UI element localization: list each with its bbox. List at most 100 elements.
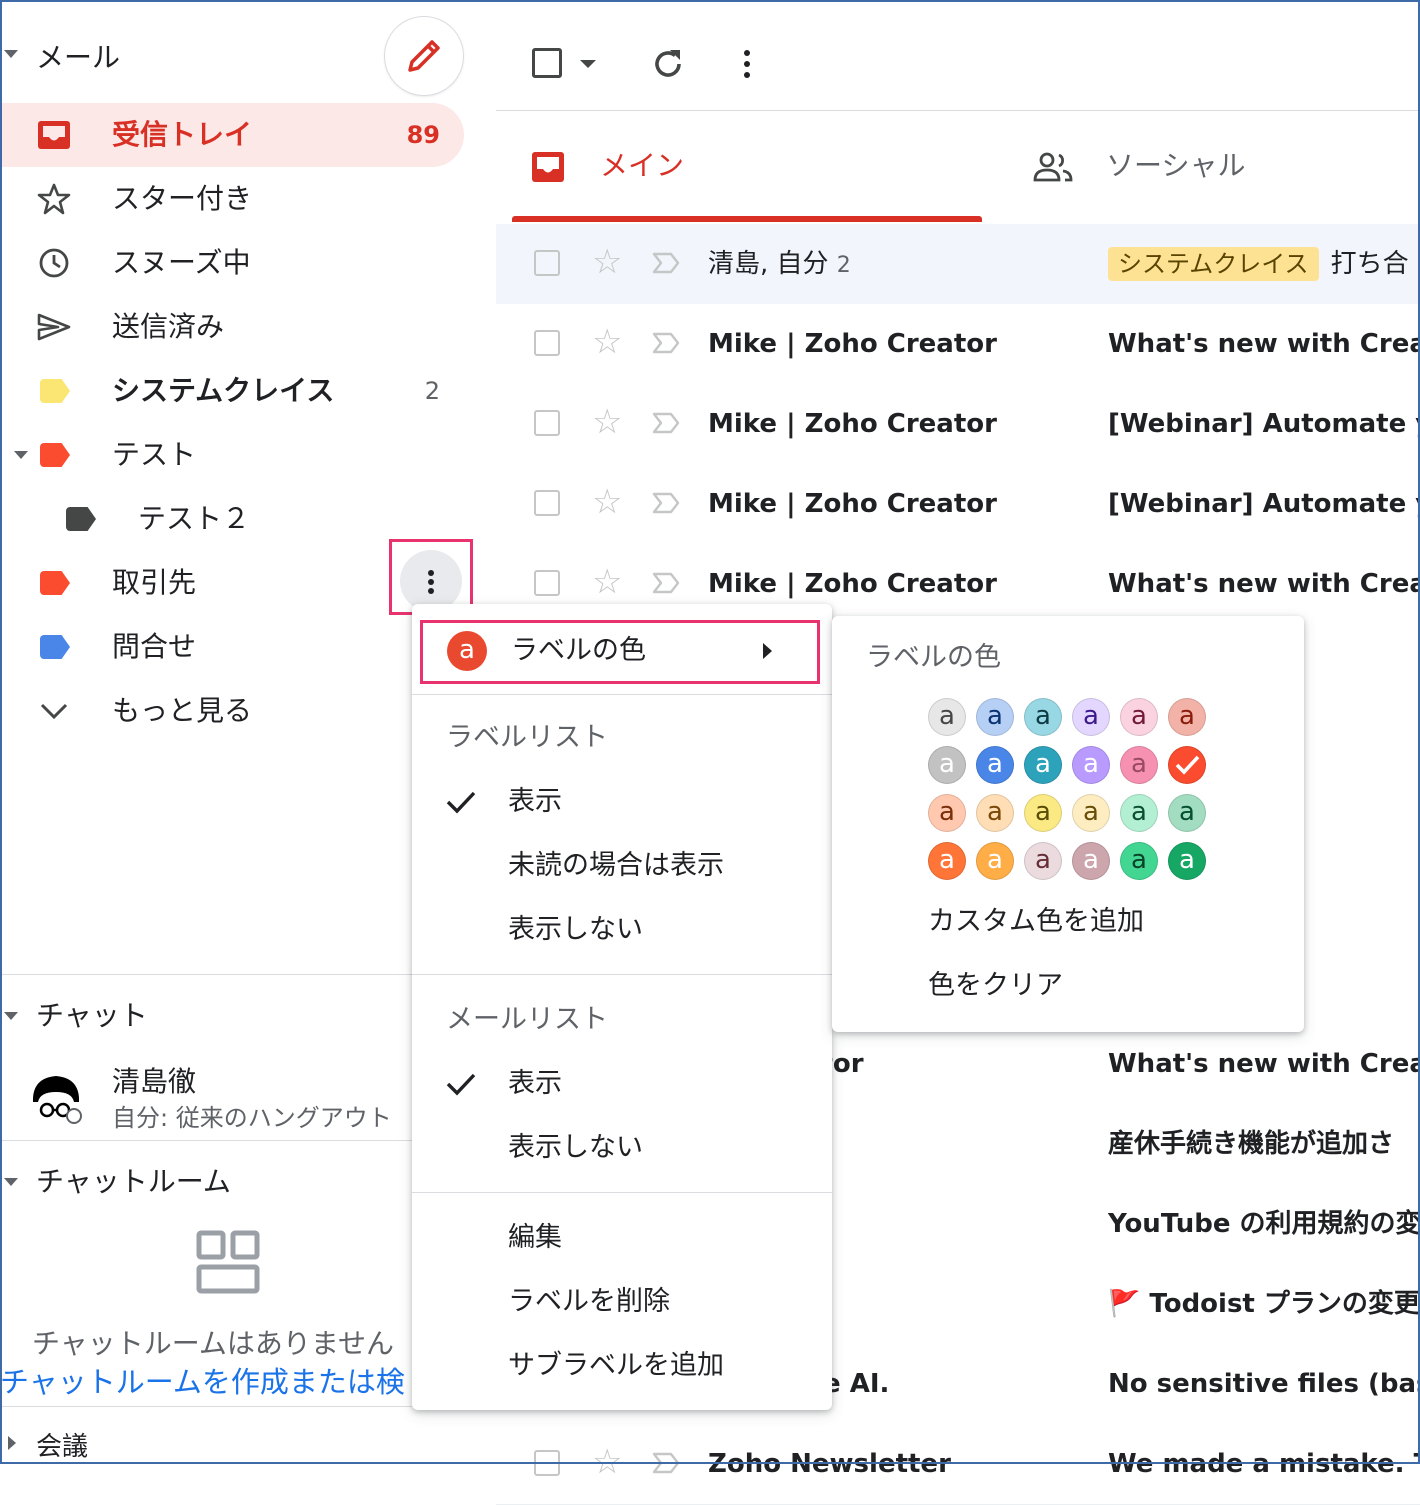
color-swatch[interactable]: a <box>928 842 966 880</box>
menu-item-delete-label[interactable]: ラベルを削除 <box>508 1282 670 1322</box>
color-swatch[interactable]: a <box>1072 746 1110 784</box>
compose-button[interactable] <box>384 16 464 96</box>
more-vert-icon-dot <box>744 72 750 78</box>
color-swatch[interactable]: a <box>928 698 966 736</box>
color-swatch[interactable]: a <box>1024 746 1062 784</box>
menu-item-hide[interactable]: 表示しない <box>508 910 643 950</box>
chat-user-name[interactable]: 清島徹 <box>112 1062 196 1102</box>
rooms-empty-text: チャットルームはありません <box>32 1327 395 1360</box>
importance-icon[interactable] <box>652 332 680 354</box>
menu-item-show-if-unread[interactable]: 未読の場合は表示 <box>508 846 724 886</box>
table-row[interactable]: ☆ Zoho Newsletter We made a mistake. Thi <box>496 1424 1420 1505</box>
tab-main[interactable]: メイン <box>496 112 986 222</box>
color-swatch[interactable]: a <box>1024 698 1062 736</box>
checkbox-icon[interactable] <box>532 48 562 78</box>
sidebar-item-sent[interactable]: 送信済み <box>0 295 464 359</box>
sidebar-item-test[interactable]: テスト <box>0 423 464 487</box>
divider <box>0 974 412 975</box>
table-row[interactable]: ☆ Mike | Zoho Creator [Webinar] Automate y… <box>496 384 1420 465</box>
color-swatch[interactable]: a <box>1168 842 1206 880</box>
row-checkbox[interactable] <box>534 570 560 596</box>
color-swatch[interactable]: a <box>1120 794 1158 832</box>
row-checkbox[interactable] <box>534 490 560 516</box>
menu-item-show-in-list[interactable]: 表示 <box>508 1064 562 1104</box>
color-swatch[interactable]: a <box>1168 794 1206 832</box>
avatar[interactable] <box>30 1072 86 1128</box>
email-subject: What's new with Creator <box>1108 329 1420 359</box>
tab-social[interactable]: ソーシャル <box>1010 112 1420 222</box>
sidebar-item-starred[interactable]: スター付き <box>0 167 464 231</box>
more-vert-icon[interactable] <box>736 46 760 82</box>
collapse-caret-icon[interactable] <box>4 50 18 58</box>
expand-caret-icon[interactable] <box>8 1436 16 1450</box>
meet-section-title[interactable]: 会議 <box>36 1426 88 1463</box>
table-row[interactable]: ☆ Mike | Zoho Creator What's new with Crea… <box>496 304 1420 385</box>
more-vert-icon-dot <box>744 50 750 56</box>
clear-color-button[interactable]: 色をクリア <box>928 966 1063 1006</box>
row-checkbox[interactable] <box>534 410 560 436</box>
sidebar-item-system-crace[interactable]: システムクレイス 2 <box>0 359 464 423</box>
color-swatch[interactable]: a <box>976 842 1014 880</box>
color-swatch[interactable]: a <box>1072 698 1110 736</box>
pencil-icon <box>408 40 440 72</box>
star-icon[interactable]: ☆ <box>592 402 622 442</box>
table-row[interactable]: ☆ Mike | Zoho Creator [Webinar] Automate y… <box>496 464 1420 545</box>
color-swatch[interactable]: a <box>976 794 1014 832</box>
row-checkbox[interactable] <box>534 1450 560 1476</box>
add-custom-color-button[interactable]: カスタム色を追加 <box>928 902 1144 942</box>
label-color-menu: ラベルの色 aaaaaaaaaaaaaaaaaaaaaaa カスタム色を追加 色… <box>832 616 1304 1032</box>
chat-section-title[interactable]: チャット <box>36 994 148 1034</box>
color-swatch[interactable]: a <box>928 794 966 832</box>
color-swatch[interactable]: a <box>1168 698 1206 736</box>
importance-icon[interactable] <box>652 412 680 434</box>
star-icon[interactable]: ☆ <box>592 482 622 522</box>
sidebar-item-more[interactable]: もっと見る <box>0 679 400 743</box>
color-swatch[interactable]: a <box>928 746 966 784</box>
sidebar-item-clients[interactable]: 取引先 <box>0 551 380 615</box>
color-swatch[interactable]: a <box>1120 842 1158 880</box>
menu-item-hide-in-list[interactable]: 表示しない <box>508 1128 643 1168</box>
email-sender: Mike | Zoho Creator <box>708 569 997 599</box>
importance-icon[interactable] <box>652 572 680 594</box>
menu-item-label-color[interactable]: a ラベルの色 <box>420 620 820 684</box>
importance-icon[interactable] <box>652 1452 680 1474</box>
collapse-caret-icon[interactable] <box>4 1012 18 1020</box>
check-icon <box>446 791 476 814</box>
color-swatch[interactable]: a <box>1072 842 1110 880</box>
star-icon[interactable]: ☆ <box>592 322 622 362</box>
sidebar-item-inbox[interactable]: 受信トレイ 89 <box>0 103 464 167</box>
refresh-icon[interactable] <box>650 46 686 82</box>
color-swatch[interactable]: a <box>1024 794 1062 832</box>
menu-item-add-sublabel[interactable]: サブラベルを追加 <box>508 1346 724 1386</box>
color-swatch[interactable]: a <box>976 746 1014 784</box>
importance-icon[interactable] <box>652 252 680 274</box>
label-chip[interactable]: システムクレイス <box>1108 247 1319 281</box>
table-row[interactable]: ☆ 清島, 自分 2 システムクレイス 打ち合 <box>496 224 1420 305</box>
star-icon[interactable]: ☆ <box>592 1442 622 1482</box>
more-vert-icon-dot <box>744 61 750 67</box>
inbox-icon <box>532 152 564 182</box>
color-swatch[interactable]: a <box>1120 746 1158 784</box>
star-icon[interactable]: ☆ <box>592 562 622 602</box>
sidebar-item-inquiries[interactable]: 問合せ <box>0 615 400 679</box>
rooms-section-title[interactable]: チャットルーム <box>36 1160 231 1200</box>
email-subject: 産休手続き機能が追加さ <box>1108 1129 1395 1159</box>
collapse-caret-icon[interactable] <box>4 1178 18 1186</box>
importance-icon[interactable] <box>652 492 680 514</box>
menu-item-show[interactable]: 表示 <box>508 782 562 822</box>
row-checkbox[interactable] <box>534 250 560 276</box>
star-icon[interactable]: ☆ <box>592 242 622 282</box>
color-swatch[interactable]: a <box>1072 794 1110 832</box>
color-swatch-selected[interactable] <box>1168 746 1206 784</box>
menu-item-edit[interactable]: 編集 <box>508 1218 562 1258</box>
expand-caret-icon[interactable] <box>14 451 28 459</box>
color-swatch[interactable]: a <box>976 698 1014 736</box>
sidebar-item-snoozed[interactable]: スヌーズ中 <box>0 231 464 295</box>
label-count: 2 <box>424 377 440 405</box>
color-swatch[interactable]: a <box>1120 698 1158 736</box>
color-swatch[interactable]: a <box>1024 842 1062 880</box>
row-checkbox[interactable] <box>534 330 560 356</box>
rooms-create-link[interactable]: チャットルームを作成または検 <box>0 1362 412 1402</box>
mail-section-title[interactable]: メール <box>36 36 120 76</box>
select-dropdown-icon[interactable] <box>580 60 596 68</box>
